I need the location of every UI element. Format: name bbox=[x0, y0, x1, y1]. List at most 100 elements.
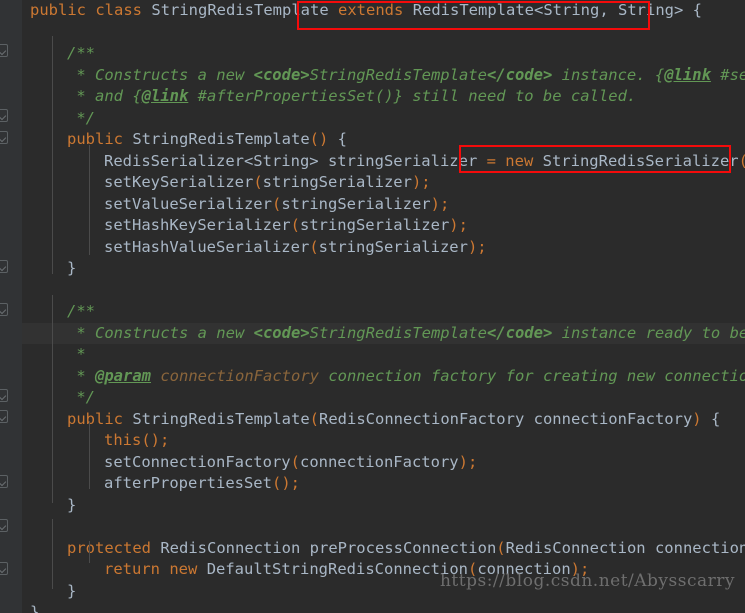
code-token: RedisConnection preProcessConnection bbox=[160, 538, 497, 557]
code-line[interactable]: * Constructs a new <code>StringRedisTemp… bbox=[22, 322, 745, 344]
indent-guide-5 bbox=[89, 541, 90, 563]
code-line[interactable]: setHashValueSerializer(stringSerializer)… bbox=[22, 237, 745, 259]
code-line[interactable]: * @param connectionFactory connection fa… bbox=[22, 366, 745, 388]
code-token: RedisConnectionFactory connectionFactory bbox=[319, 409, 693, 428]
code-token: } bbox=[67, 495, 77, 514]
code-line[interactable]: */ bbox=[22, 108, 745, 130]
code-token: this bbox=[104, 431, 142, 449]
code-token: </code> bbox=[486, 323, 553, 342]
code-line[interactable]: public StringRedisTemplate(RedisConnecti… bbox=[22, 409, 745, 431]
indent-guide-2 bbox=[52, 519, 53, 589]
code-line[interactable]: setValueSerializer(stringSerializer); bbox=[22, 194, 745, 216]
code-line[interactable]: /** bbox=[22, 43, 745, 65]
code-token: * and { bbox=[67, 87, 142, 105]
code-line[interactable]: this(); bbox=[22, 430, 745, 452]
code-token: ( bbox=[309, 237, 319, 256]
code-token: ( bbox=[290, 216, 300, 234]
code-token: #setConn bbox=[720, 65, 745, 84]
code-line[interactable]: } bbox=[22, 258, 745, 280]
code-line[interactable] bbox=[22, 516, 745, 538]
code-token: new bbox=[505, 151, 534, 170]
code-line[interactable]: * bbox=[22, 344, 745, 366]
code-line[interactable]: /** bbox=[22, 301, 745, 323]
code-token: ( bbox=[309, 409, 319, 428]
fold-arrow-method-end-2-icon[interactable] bbox=[0, 475, 8, 488]
code-line[interactable]: } bbox=[22, 495, 745, 517]
code-token: stringSerializer bbox=[318, 237, 468, 256]
fold-arrow-javadoc-1-icon[interactable] bbox=[0, 44, 8, 57]
code-token: setHashKeySerializer bbox=[104, 216, 291, 234]
code-line[interactable]: afterPropertiesSet(); bbox=[22, 473, 745, 495]
code-line[interactable]: * Constructs a new <code>StringRedisTemp… bbox=[22, 65, 745, 87]
code-viewport[interactable]: public class StringRedisTemplate extends… bbox=[22, 0, 745, 613]
code-token: { bbox=[683, 1, 702, 19]
code-line[interactable] bbox=[22, 280, 745, 302]
code-line[interactable]: public StringRedisTemplate() { bbox=[22, 129, 745, 151]
watermark-url: https://blog.csdn.net/Abysscarry bbox=[439, 571, 735, 591]
code-token: @link bbox=[141, 87, 189, 105]
code-token: public bbox=[67, 130, 123, 148]
code-token: connectionFactory bbox=[160, 366, 319, 385]
code-token: return bbox=[104, 560, 160, 578]
code-editor[interactable]: public class StringRedisTemplate extends… bbox=[0, 0, 745, 613]
code-token: setValueSerializer bbox=[104, 194, 272, 213]
code-token: (); bbox=[739, 152, 745, 170]
code-token: RedisConnection connection bbox=[505, 538, 745, 557]
fold-arrow-constructor-1-icon[interactable] bbox=[0, 109, 8, 122]
fold-arrow-constructor-2-icon[interactable] bbox=[0, 389, 8, 402]
code-line[interactable]: setConnectionFactory(connectionFactory); bbox=[22, 452, 745, 474]
code-line[interactable]: protected RedisConnection preProcessConn… bbox=[22, 538, 745, 560]
code-line[interactable] bbox=[22, 22, 745, 44]
code-token: protected bbox=[67, 538, 151, 557]
code-token: * Constructs a new bbox=[67, 65, 254, 84]
code-line[interactable]: */ bbox=[22, 387, 745, 409]
code-token: instance ready to be used bbox=[561, 323, 745, 342]
code-token: (); bbox=[271, 474, 300, 492]
code-token: (); bbox=[141, 431, 170, 449]
code-token: RedisTemplate<String, String> bbox=[412, 1, 684, 19]
code-token: StringRedisTemplate bbox=[309, 323, 487, 342]
code-token: StringRedisTemplate bbox=[151, 1, 329, 19]
code-line[interactable]: * and {@link #afterPropertiesSet()} stil… bbox=[22, 86, 745, 108]
code-token: { bbox=[701, 409, 721, 428]
fold-arrow-method-body-1-icon[interactable] bbox=[0, 131, 8, 144]
code-line[interactable]: setKeySerializer(stringSerializer); bbox=[22, 172, 745, 194]
code-token: StringRedisTemplate bbox=[132, 409, 310, 428]
indent-guide-3 bbox=[89, 145, 90, 255]
code-token: ); bbox=[411, 173, 431, 191]
code-token: ) bbox=[692, 409, 702, 428]
code-line[interactable]: } bbox=[22, 602, 745, 613]
fold-arrow-javadoc-2-icon[interactable] bbox=[0, 303, 8, 316]
editor-gutter[interactable] bbox=[0, 0, 22, 613]
indent-guide-4 bbox=[89, 421, 90, 489]
fold-arrow-method-end-1-icon[interactable] bbox=[0, 260, 8, 273]
code-token: */ bbox=[67, 108, 95, 127]
code-token: </code> bbox=[486, 65, 553, 84]
code-token: @link bbox=[664, 65, 711, 84]
code-line[interactable]: public class StringRedisTemplate extends… bbox=[22, 0, 745, 22]
code-token: <code> bbox=[253, 65, 310, 84]
code-token: instance. { bbox=[552, 65, 665, 84]
code-token: RedisSerializer<String> stringSerializer bbox=[104, 151, 487, 170]
fold-arrow-class-end-icon[interactable] bbox=[0, 562, 8, 575]
fold-arrow-method-body-2-icon[interactable] bbox=[0, 410, 8, 423]
indent-guide-1 bbox=[52, 295, 53, 503]
code-line[interactable]: setHashKeySerializer(stringSerializer); bbox=[22, 215, 745, 237]
fold-arrow-method-3-icon[interactable] bbox=[0, 519, 8, 532]
code-token: () bbox=[309, 130, 329, 148]
code-token: * Constructs a new bbox=[67, 323, 254, 342]
code-token: StringRedisTemplate bbox=[309, 65, 487, 84]
code-token: public bbox=[67, 409, 123, 428]
code-token: ); bbox=[458, 452, 478, 471]
code-token: * bbox=[67, 366, 95, 385]
code-token: extends bbox=[338, 1, 404, 19]
code-line[interactable]: RedisSerializer<String> stringSerializer… bbox=[22, 151, 745, 173]
code-token: @param bbox=[95, 366, 151, 385]
code-token: afterPropertiesSet bbox=[104, 474, 272, 492]
